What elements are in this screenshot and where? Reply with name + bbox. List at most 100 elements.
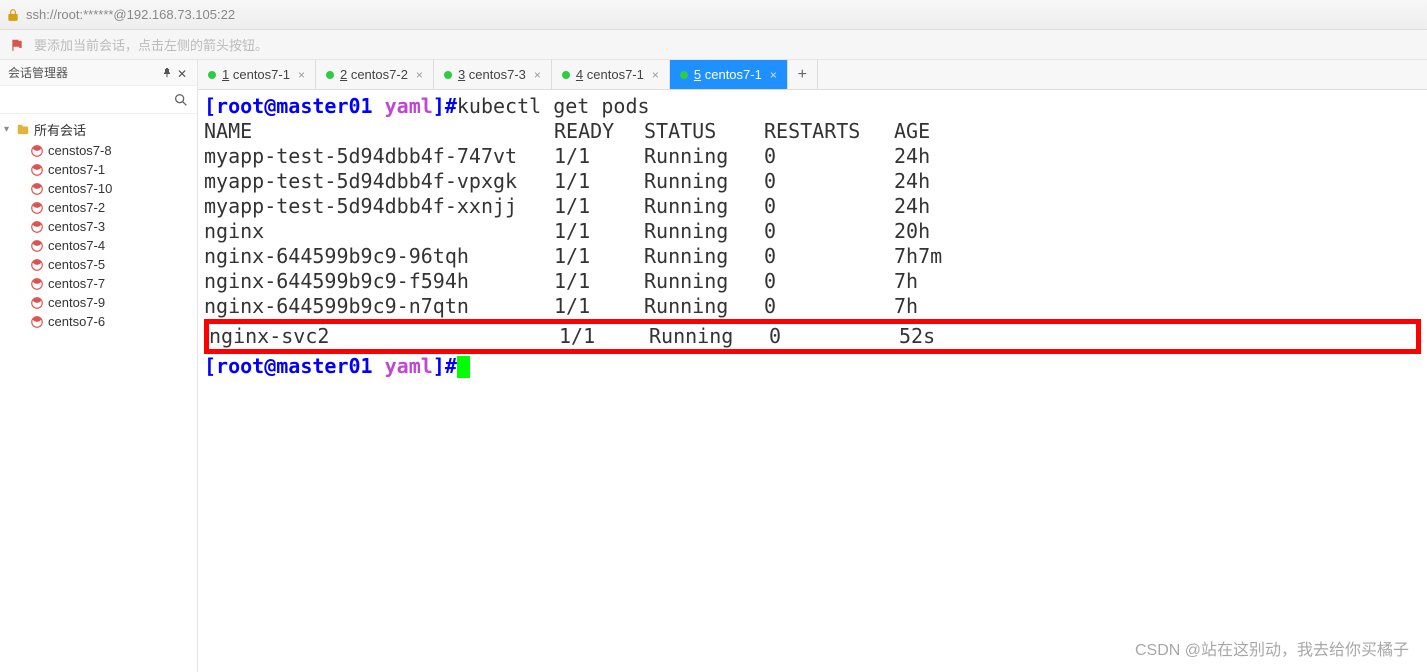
pin-icon[interactable] bbox=[161, 67, 173, 79]
session-item[interactable]: centos7-4 bbox=[0, 236, 197, 255]
session-icon bbox=[30, 296, 44, 310]
cell-restarts: 0 bbox=[764, 294, 894, 319]
tab-close-icon[interactable]: × bbox=[534, 68, 541, 82]
table-row: nginx1/1Running020h bbox=[204, 219, 1421, 244]
tab-label: 4 centos7-1 bbox=[576, 67, 644, 82]
tree-toggle-icon[interactable]: ▾ bbox=[4, 124, 14, 135]
header-age: AGE bbox=[894, 119, 1421, 144]
cell-restarts: 0 bbox=[764, 219, 894, 244]
session-label: centos7-9 bbox=[48, 295, 105, 310]
sidebar-search-row bbox=[0, 86, 197, 114]
cell-ready: 1/1 bbox=[554, 294, 644, 319]
cell-age: 7h bbox=[894, 269, 1421, 294]
table-row: nginx-644599b9c9-96tqh1/1Running07h7m bbox=[204, 244, 1421, 269]
cell-name: myapp-test-5d94dbb4f-vpxgk bbox=[204, 169, 554, 194]
tab[interactable]: 2 centos7-2 × bbox=[316, 60, 434, 89]
tab[interactable]: 5 centos7-1× bbox=[670, 60, 788, 89]
tab-label: 2 centos7-2 bbox=[340, 67, 408, 82]
session-item[interactable]: centso7-6 bbox=[0, 312, 197, 331]
cell-status: Running bbox=[644, 244, 764, 269]
tab[interactable]: 3 centos7-3 × bbox=[434, 60, 552, 89]
session-item[interactable]: centos7-3 bbox=[0, 217, 197, 236]
cell-status: Running bbox=[644, 294, 764, 319]
cell-ready: 1/1 bbox=[554, 219, 644, 244]
cell-age: 24h bbox=[894, 194, 1421, 219]
close-icon[interactable]: ✕ bbox=[177, 67, 189, 79]
tab-label: 1 centos7-1 bbox=[222, 67, 290, 82]
tree-root-label: 所有会话 bbox=[34, 120, 86, 139]
session-item[interactable]: centos7-10 bbox=[0, 179, 197, 198]
cell-name: nginx-644599b9c9-f594h bbox=[204, 269, 554, 294]
session-item[interactable]: centos7-9 bbox=[0, 293, 197, 312]
session-manager-sidebar: 会话管理器 ✕ ▾ 所有会话 censtos7-8 centos7-1 centos… bbox=[0, 60, 198, 672]
new-tab-button[interactable]: + bbox=[788, 60, 818, 89]
lock-icon bbox=[6, 8, 20, 22]
session-label: centos7-7 bbox=[48, 276, 105, 291]
cell-age: 7h7m bbox=[894, 244, 1421, 269]
session-label: centos7-1 bbox=[48, 162, 105, 177]
table-header-row: NAMEREADYSTATUSRESTARTSAGE bbox=[204, 119, 1421, 144]
folder-icon bbox=[16, 123, 30, 137]
table-row: myapp-test-5d94dbb4f-747vt1/1Running024h bbox=[204, 144, 1421, 169]
session-icon bbox=[30, 315, 44, 329]
titlebar-text: ssh://root:******@192.168.73.105:22 bbox=[26, 7, 235, 22]
session-item[interactable]: centos7-5 bbox=[0, 255, 197, 274]
session-item[interactable]: centos7-7 bbox=[0, 274, 197, 293]
session-label: centos7-10 bbox=[48, 181, 112, 196]
table-row: myapp-test-5d94dbb4f-vpxgk1/1Running024h bbox=[204, 169, 1421, 194]
tab-label: 3 centos7-3 bbox=[458, 67, 526, 82]
search-icon[interactable] bbox=[173, 92, 189, 108]
header-restarts: RESTARTS bbox=[764, 119, 894, 144]
cell-restarts: 0 bbox=[764, 244, 894, 269]
table-row: nginx-svc21/1Running052s bbox=[204, 319, 1421, 354]
session-tree: ▾ 所有会话 censtos7-8 centos7-1 centos7-10 cent… bbox=[0, 114, 197, 335]
cell-status: Running bbox=[644, 169, 764, 194]
toolbar: 要添加当前会话，点击左侧的箭头按钮。 bbox=[0, 30, 1427, 60]
session-label: centso7-6 bbox=[48, 314, 105, 329]
status-dot-icon bbox=[562, 71, 570, 79]
session-icon bbox=[30, 239, 44, 253]
table-row: nginx-644599b9c9-n7qtn1/1Running07h bbox=[204, 294, 1421, 319]
tab-close-icon[interactable]: × bbox=[298, 68, 305, 82]
cell-name: nginx-svc2 bbox=[209, 324, 559, 349]
session-label: censtos7-8 bbox=[48, 143, 112, 158]
cell-ready: 1/1 bbox=[559, 324, 649, 349]
terminal[interactable]: [root@master01 yaml]#kubectl get pods NA… bbox=[198, 90, 1427, 672]
tab[interactable]: 4 centos7-1 × bbox=[552, 60, 670, 89]
session-item[interactable]: centos7-1 bbox=[0, 160, 197, 179]
cell-ready: 1/1 bbox=[554, 269, 644, 294]
content-area: 1 centos7-1×2 centos7-2×3 centos7-3×4 ce… bbox=[198, 60, 1427, 672]
prompt-line: [root@master01 yaml]#kubectl get pods bbox=[204, 94, 1421, 119]
sidebar-title: 会话管理器 bbox=[8, 64, 68, 81]
header-status: STATUS bbox=[644, 119, 764, 144]
tab-close-icon[interactable]: × bbox=[770, 68, 777, 82]
session-icon bbox=[30, 182, 44, 196]
session-icon bbox=[30, 201, 44, 215]
cursor bbox=[457, 356, 470, 378]
table-row: myapp-test-5d94dbb4f-xxnjj1/1Running024h bbox=[204, 194, 1421, 219]
table-row: nginx-644599b9c9-f594h1/1Running07h bbox=[204, 269, 1421, 294]
session-item[interactable]: centos7-2 bbox=[0, 198, 197, 217]
tree-root[interactable]: ▾ 所有会话 bbox=[0, 118, 197, 141]
cell-status: Running bbox=[649, 324, 769, 349]
cell-name: nginx-644599b9c9-96tqh bbox=[204, 244, 554, 269]
prompt-line-idle: [root@master01 yaml]# bbox=[204, 354, 1421, 379]
cell-age: 7h bbox=[894, 294, 1421, 319]
cell-restarts: 0 bbox=[764, 194, 894, 219]
cell-ready: 1/1 bbox=[554, 144, 644, 169]
cell-restarts: 0 bbox=[764, 169, 894, 194]
session-item[interactable]: censtos7-8 bbox=[0, 141, 197, 160]
tab-close-icon[interactable]: × bbox=[416, 68, 423, 82]
tab[interactable]: 1 centos7-1 × bbox=[198, 60, 316, 89]
cell-status: Running bbox=[644, 219, 764, 244]
cell-name: myapp-test-5d94dbb4f-747vt bbox=[204, 144, 554, 169]
cell-status: Running bbox=[644, 144, 764, 169]
flag-icon bbox=[10, 38, 24, 52]
session-icon bbox=[30, 258, 44, 272]
status-dot-icon bbox=[208, 71, 216, 79]
tab-close-icon[interactable]: × bbox=[652, 68, 659, 82]
session-label: centos7-3 bbox=[48, 219, 105, 234]
session-icon bbox=[30, 144, 44, 158]
cell-status: Running bbox=[644, 269, 764, 294]
cell-ready: 1/1 bbox=[554, 194, 644, 219]
